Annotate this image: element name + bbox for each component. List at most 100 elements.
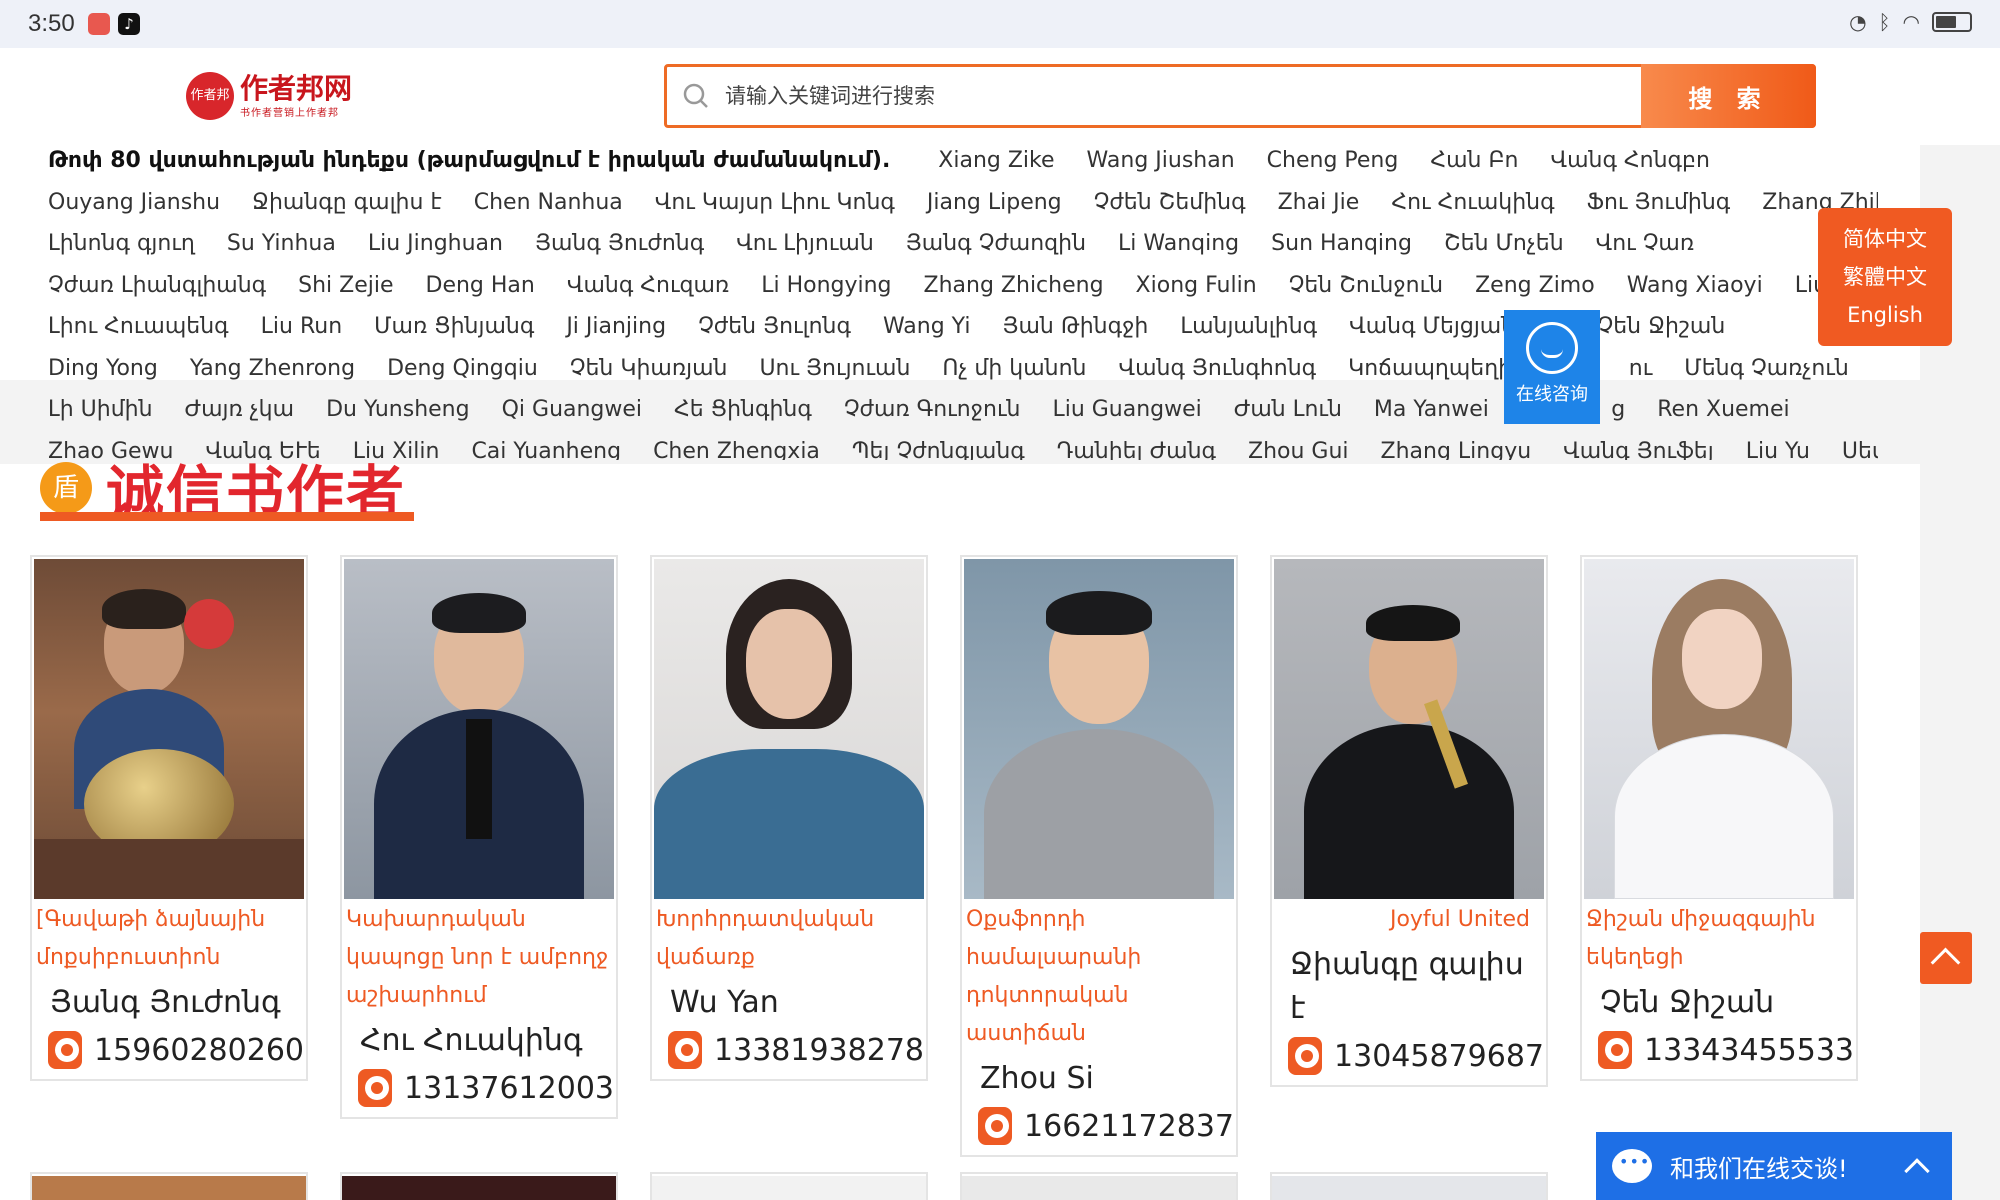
author-link[interactable]: Չժառ Լիանգլիանգ	[48, 273, 266, 298]
author-link[interactable]: Ֆու Յումինգ	[1587, 190, 1731, 215]
author-phone[interactable]: 15960280260	[34, 1031, 304, 1069]
author-link[interactable]: ու	[1629, 356, 1653, 381]
author-link[interactable]: Ժան Լուն	[1234, 397, 1342, 422]
author-link[interactable]: Ջիանգը գալիս է	[252, 190, 442, 215]
author-link[interactable]: Du Yunsheng	[326, 397, 470, 422]
author-link[interactable]: Chen Zhengxia	[653, 439, 820, 460]
author-link[interactable]: Լանյանլինգ	[1180, 314, 1317, 339]
author-link[interactable]: Յանգ Չժաոզին	[906, 231, 1086, 256]
author-link[interactable]: Սեմ	[1842, 439, 1878, 460]
author-link[interactable]: Wang Xiaoyi	[1627, 273, 1763, 298]
author-link[interactable]: Qi Guangwei	[502, 397, 642, 422]
author-link[interactable]: Չեն Շունջուն	[1289, 273, 1443, 298]
author-link[interactable]: Դանիել Ժանգ	[1057, 439, 1216, 460]
author-link[interactable]: Xiong Fulin	[1136, 273, 1257, 298]
author-link[interactable]: Cheng Peng	[1267, 148, 1399, 173]
author-card[interactable]: Joyful United Ջիանգը գալիս է 13045879687	[1270, 555, 1548, 1087]
author-link[interactable]: Chen Nanhua	[474, 190, 623, 215]
author-link[interactable]: Zhou Gui	[1248, 439, 1349, 460]
author-link[interactable]: g	[1611, 397, 1625, 422]
author-link[interactable]: Յանգ Յուժոնգ	[535, 231, 704, 256]
author-link[interactable]: Liu Run	[261, 314, 343, 339]
author-link[interactable]: Սու Յույուան	[759, 356, 910, 381]
author-link[interactable]: Հու Հուակինգ	[1391, 190, 1554, 215]
author-card[interactable]: Ջիշան միջազգային եկեղեցի Չեն Ջիշան 13343…	[1580, 555, 1858, 1081]
author-link[interactable]: Wang Jiushan	[1087, 148, 1235, 173]
author-link[interactable]: Liu Yu	[1746, 439, 1810, 460]
author-card-partial[interactable]	[30, 1172, 308, 1200]
author-link[interactable]: Չժեն Յուլոնգ	[698, 314, 851, 339]
lang-traditional-chinese[interactable]: 繁體中文	[1818, 258, 1952, 296]
author-link[interactable]: Մենգ Չառչուն	[1684, 356, 1848, 381]
author-link[interactable]: Վու Լիյուան	[736, 231, 874, 256]
search-button[interactable]: 搜 索	[1641, 64, 1816, 128]
author-link[interactable]: Wang Yi	[883, 314, 971, 339]
author-link[interactable]: Պեյ Չժոնգյանգ	[852, 439, 1025, 460]
author-phone[interactable]: 13045879687	[1274, 1037, 1544, 1075]
author-link[interactable]: Cai Yuanheng	[471, 439, 621, 460]
author-phone[interactable]: 13343455533	[1584, 1031, 1854, 1069]
author-phone[interactable]: 16621172837	[964, 1107, 1234, 1145]
author-link[interactable]: Վանգ Հոնգբո	[1551, 148, 1710, 173]
back-to-top-button[interactable]	[1920, 932, 1972, 984]
author-link[interactable]: Ոչ մի կանոն	[942, 356, 1086, 381]
author-link[interactable]: Deng Qingqiu	[387, 356, 538, 381]
author-link[interactable]: Xiang Zike	[938, 148, 1054, 173]
author-card-partial[interactable]	[340, 1172, 618, 1200]
author-link[interactable]: Shi Zejie	[298, 273, 393, 298]
author-link[interactable]: Liu Guangwei	[1052, 397, 1201, 422]
author-card-partial[interactable]	[960, 1172, 1238, 1200]
chevron-up-icon[interactable]	[1904, 1158, 1930, 1184]
author-link[interactable]: Jiang Lipeng	[927, 190, 1062, 215]
author-link[interactable]: Վանգ Յունգհոնգ	[1119, 356, 1317, 381]
lang-english[interactable]: English	[1818, 296, 1952, 334]
author-link[interactable]: Լի Սիմին	[48, 397, 153, 422]
search-input[interactable]	[725, 67, 1641, 125]
author-link[interactable]: Su Yinhua	[227, 231, 336, 256]
author-card[interactable]: Կախարդական կապոցը նոր է ամբողջ աշխարհում…	[340, 555, 618, 1119]
online-consult-button[interactable]: 在线咨询	[1504, 310, 1600, 424]
author-link[interactable]: Հան Բո	[1430, 148, 1518, 173]
author-phone[interactable]: 13381938278	[654, 1031, 924, 1069]
lang-simplified-chinese[interactable]: 简体中文	[1818, 220, 1952, 258]
author-link[interactable]: Zhang Lingyu	[1381, 439, 1532, 460]
author-link[interactable]: Ren Xuemei	[1657, 397, 1789, 422]
author-link[interactable]: Լիու Հուապենգ	[48, 314, 229, 339]
author-link[interactable]: Վանգ Մեյցյան	[1349, 314, 1515, 339]
author-link[interactable]: Մառ Ցինյանգ	[374, 314, 534, 339]
author-link[interactable]: Zeng Zimo	[1475, 273, 1595, 298]
author-link[interactable]: Liu Jinghuan	[368, 231, 503, 256]
author-link[interactable]: Ji Jianjing	[566, 314, 666, 339]
author-link[interactable]: Չեն Ջիշան	[1598, 314, 1726, 339]
author-phone[interactable]: 13137612003	[344, 1069, 614, 1107]
author-link[interactable]: Վու Կայսր Լիու Կոնգ	[655, 190, 895, 215]
author-link[interactable]: Չեն Կիառյան	[570, 356, 728, 381]
author-link[interactable]: Yang Zhenrong	[190, 356, 355, 381]
author-card-partial[interactable]	[650, 1172, 928, 1200]
site-logo[interactable]: 作者邦 作者邦网 书作者营销上作者邦	[186, 72, 352, 120]
author-link[interactable]: Վանգ Յուֆեյ	[1563, 439, 1714, 460]
author-link[interactable]: Յան Թինգջի	[1002, 314, 1148, 339]
author-card-partial[interactable]	[1270, 1172, 1548, 1200]
author-link[interactable]: Sun Hanqing	[1271, 231, 1412, 256]
author-link[interactable]: Վանգ Հուզառ	[567, 273, 729, 298]
author-card[interactable]: Խորհրդատվական վաճառք Wu Yan 13381938278	[650, 555, 928, 1081]
author-link[interactable]: Վու Չառ	[1596, 231, 1694, 256]
author-link[interactable]: Շեն Մոչեն	[1444, 231, 1564, 256]
author-link[interactable]: Li Hongying	[761, 273, 891, 298]
chat-bar[interactable]: 和我们在线交谈!	[1596, 1132, 1952, 1200]
author-link[interactable]: Ouyang Jianshu	[48, 190, 220, 215]
author-link[interactable]: Zhai Jie	[1278, 190, 1360, 215]
author-link[interactable]: Չժեն Շեմինգ	[1094, 190, 1246, 215]
author-link[interactable]: Deng Han	[426, 273, 535, 298]
author-link[interactable]: Ma Yanwei	[1374, 397, 1489, 422]
author-link[interactable]: Ding Yong	[48, 356, 158, 381]
author-link[interactable]: Չժառ Գուոջուն	[844, 397, 1021, 422]
author-link[interactable]: Zhang Zhicheng	[924, 273, 1104, 298]
author-link[interactable]: Լինոնգ գյուղ	[48, 231, 195, 256]
author-card[interactable]: [Գավաթի ձայնային մոքսիբուստիոն Յանգ Յուժ…	[30, 555, 308, 1081]
author-link[interactable]: Ժայռ չկա	[185, 397, 295, 422]
author-card[interactable]: Օքսֆորդի համալսարանի դոկտորական աստիճան …	[960, 555, 1238, 1157]
author-link[interactable]: Հե Ցինգինգ	[674, 397, 812, 422]
author-link[interactable]: Li Wanqing	[1118, 231, 1239, 256]
